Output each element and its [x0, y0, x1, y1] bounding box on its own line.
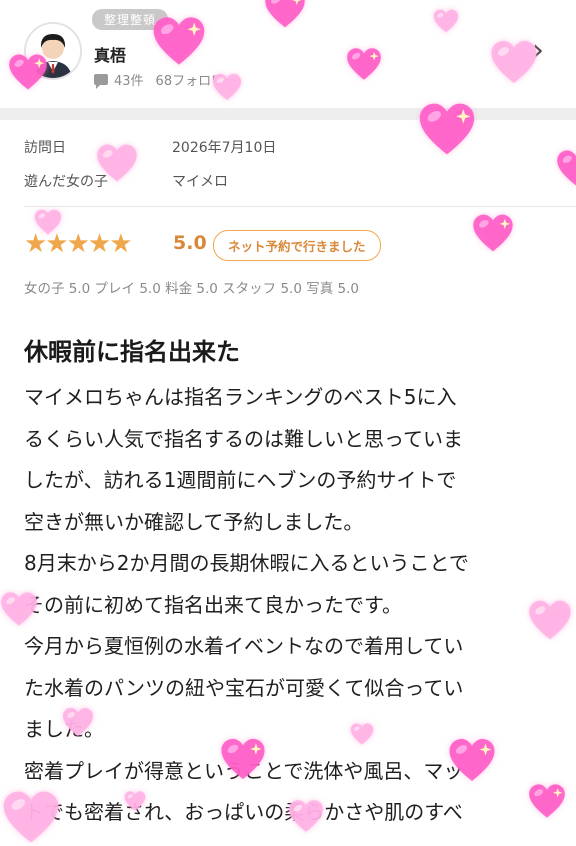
heart-icon	[346, 46, 382, 82]
girl-label: 遊んだ女の子	[24, 174, 108, 190]
heart-icon	[528, 598, 572, 642]
heart-icon	[472, 212, 514, 254]
heart-icon	[490, 38, 538, 86]
heart-icon	[152, 14, 206, 68]
review-line: 8月末から2か月間の長期休暇に入るということで	[24, 551, 469, 575]
heart-icon	[220, 736, 266, 782]
heart-icon	[433, 8, 459, 34]
divider	[24, 206, 576, 207]
rating-score: 5.0	[173, 232, 207, 254]
review-line: マイメロちゃんは指名ランキングのベスト5に入	[24, 385, 457, 409]
section-divider	[0, 108, 576, 120]
heart-icon	[288, 798, 324, 834]
review-line: 空きが無いか確認して予約しました。	[24, 509, 364, 534]
girl-value[interactable]: マイメロ	[172, 171, 228, 191]
review-title: 休暇前に指名出来た	[24, 338, 240, 366]
heart-icon	[62, 706, 94, 738]
heart-icon	[8, 52, 48, 92]
review-line: た水着のパンツの紐や宝石が可愛くて似合ってい	[24, 675, 464, 700]
heart-icon	[96, 142, 138, 184]
visit-date-value: 2026年7月10日	[172, 140, 277, 156]
heart-icon	[34, 208, 62, 236]
review-line: 今月から夏恒例の水着イベントなので着用してい	[24, 634, 464, 658]
heart-icon	[2, 788, 60, 846]
heart-icon	[264, 0, 306, 30]
heart-icon	[448, 736, 496, 784]
net-reservation-badge: ネット予約で行きました	[213, 230, 381, 261]
review-line: その前に初めて指名出来て良かったです。	[24, 592, 402, 617]
review-line: したが、訪れる1週間前にヘブンの予約サイトで	[24, 468, 457, 492]
heart-icon	[0, 590, 38, 628]
comment-icon	[94, 74, 108, 89]
heart-icon	[528, 782, 566, 820]
heart-icon	[350, 722, 374, 746]
user-name[interactable]: 真梧	[94, 42, 126, 66]
visit-date-label: 訪問日	[24, 140, 66, 156]
heart-icon	[124, 790, 146, 812]
sub-scores: 女の子 5.0 プレイ 5.0 料金 5.0 スタッフ 5.0 写真 5.0	[24, 281, 359, 297]
heart-icon	[212, 72, 242, 102]
post-count: 43件	[114, 74, 144, 89]
heart-icon	[418, 100, 476, 158]
review-line: るくらい人気で指名するのは難しいと思っていま	[24, 426, 463, 451]
heart-icon	[556, 148, 576, 188]
